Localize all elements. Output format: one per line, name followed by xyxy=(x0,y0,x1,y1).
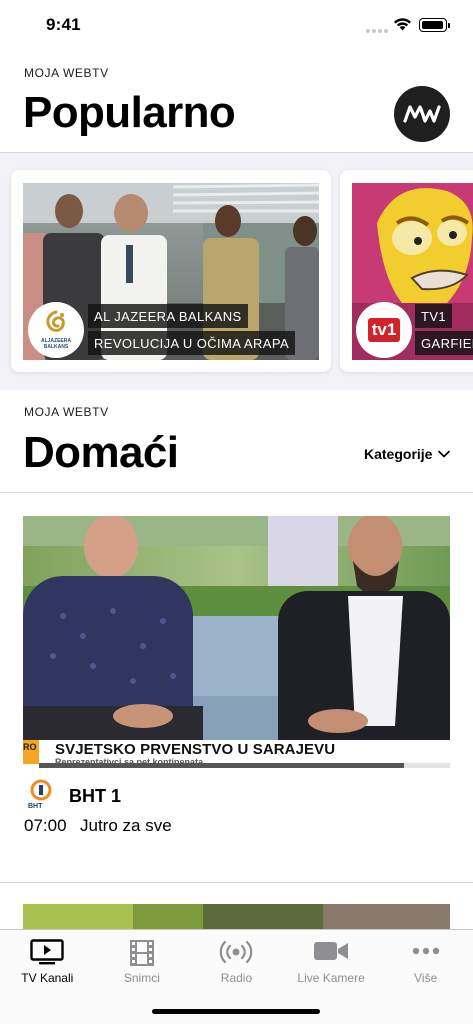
aljazeera-logo-text: ALJAZEERA BALKANS xyxy=(40,338,71,350)
aljazeera-logo: ALJAZEERA BALKANS xyxy=(28,302,84,358)
featured-card-program: GARFIELD xyxy=(415,331,473,355)
featured-card-channel: AL JAZEERA BALKANS xyxy=(88,304,248,328)
tv-icon xyxy=(30,939,64,965)
tab-live-kamere[interactable]: Live Kamere xyxy=(284,930,379,990)
tv1-logo-text: tv1 xyxy=(367,318,401,342)
program-time: 07:00 xyxy=(24,816,67,835)
tab-label: Live Kamere xyxy=(297,971,365,985)
featured-card-channel: TV1 xyxy=(415,304,453,328)
program-lower-third: RO SVJETSKO PRVENSTVO U SARAJEVU Repreze… xyxy=(23,740,450,768)
program-channel: BHT 1 xyxy=(69,786,122,806)
cellular-signal-icon xyxy=(366,29,388,34)
tab-label: Radio xyxy=(220,971,253,985)
program-title: Jutro za sve xyxy=(80,816,172,835)
program-headline: SVJETSKO PRVENSTVO U SARAJEVU xyxy=(55,741,336,758)
tab-label: TV Kanali xyxy=(21,971,74,985)
film-icon xyxy=(129,940,154,966)
featured-card-tv1[interactable]: tv1 TV1 GARFIELD xyxy=(340,170,473,372)
category-dropdown-button[interactable]: Kategorije xyxy=(364,446,451,462)
chevron-down-icon xyxy=(438,450,451,458)
mw-logo-button[interactable] xyxy=(394,86,450,142)
domestic-title: Domaći xyxy=(23,428,179,477)
battery-icon xyxy=(419,18,450,32)
video-camera-icon xyxy=(314,942,349,960)
status-time: 9:41 xyxy=(46,15,81,34)
divider xyxy=(0,492,473,493)
tab-label: Više xyxy=(414,971,438,985)
featured-card-aljazeera[interactable]: ALJAZEERA BALKANS AL JAZEERA BALKANS REV… xyxy=(11,170,331,372)
progress-fill xyxy=(39,763,404,768)
radio-icon xyxy=(220,940,253,964)
aljazeera-logo-icon xyxy=(46,310,65,332)
wifi-icon xyxy=(394,18,411,31)
tab-snimci[interactable]: Snimci xyxy=(95,930,190,990)
tab-vise[interactable]: Više xyxy=(378,930,473,990)
tab-tv-kanali[interactable]: TV Kanali xyxy=(0,930,95,990)
domestic-kicker: MOJA WEBTV xyxy=(24,405,109,419)
tab-label: Snimci xyxy=(123,971,160,985)
tab-radio[interactable]: Radio xyxy=(189,930,284,990)
divider xyxy=(0,882,473,883)
category-label: Kategorije xyxy=(364,446,433,462)
next-program-thumbnail[interactable] xyxy=(23,904,450,930)
popular-title: Popularno xyxy=(23,88,236,137)
program-thumbnail[interactable] xyxy=(23,516,450,768)
ticker-left: RO xyxy=(23,740,39,764)
tv1-logo: tv1 xyxy=(356,302,412,358)
popular-kicker: MOJA WEBTV xyxy=(24,66,109,80)
home-indicator[interactable] xyxy=(152,1009,320,1014)
mw-logo-icon xyxy=(403,105,441,123)
more-icon xyxy=(412,947,439,955)
bht1-logo-text: BHT xyxy=(28,803,43,810)
status-bar: 9:41 xyxy=(0,0,473,52)
featured-card-program: REVOLUCIJA U OČIMA ARAPA xyxy=(88,331,296,355)
